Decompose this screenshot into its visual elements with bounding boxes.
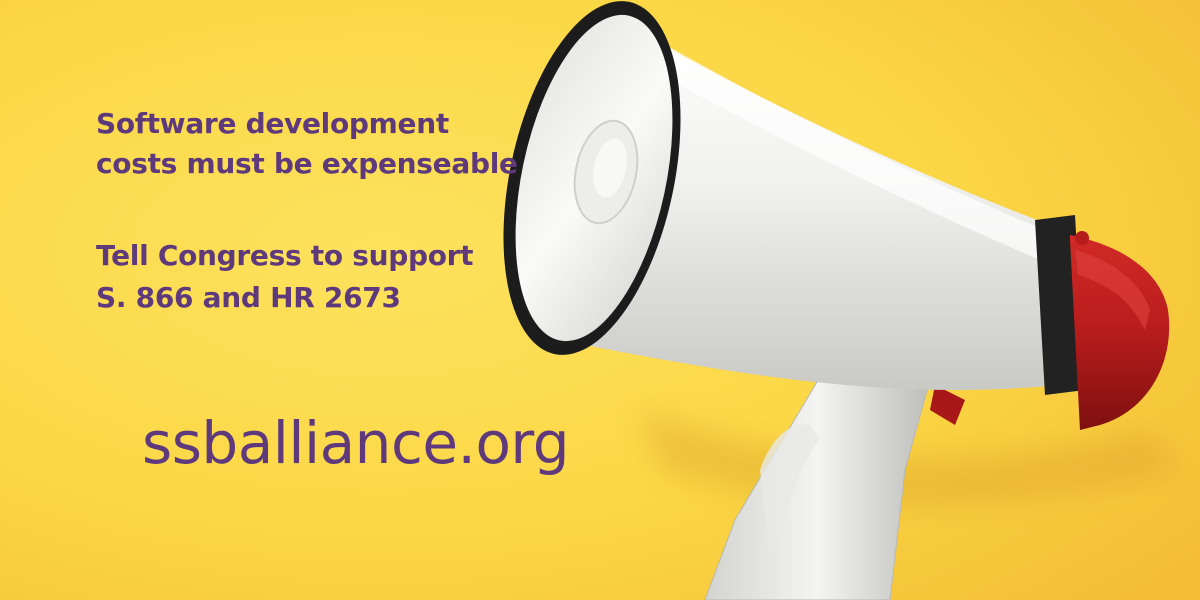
banner: Software development costs must be expen… [0,0,1200,600]
cta-line-2: S. 866 and HR 2673 [96,281,401,314]
website-link[interactable]: ssballiance.org [142,408,570,478]
headline-line-1: Software development [96,107,449,140]
cta-line-1: Tell Congress to support [96,239,474,272]
headline: Software development costs must be expen… [96,104,518,184]
headline-line-2: costs must be expenseable [96,147,518,180]
call-to-action: Tell Congress to support S. 866 and HR 2… [96,235,474,319]
